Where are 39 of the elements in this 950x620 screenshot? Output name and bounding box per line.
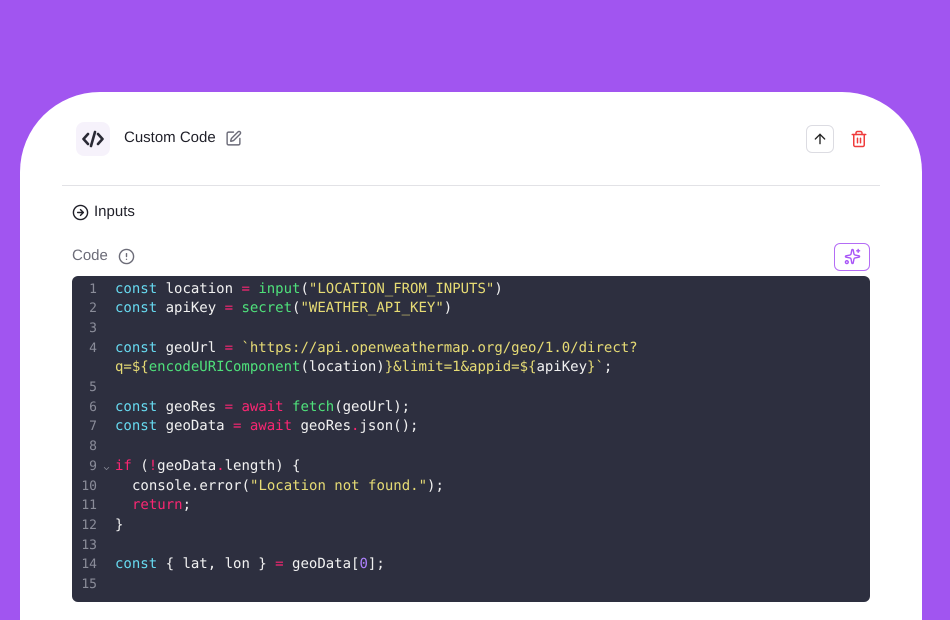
code-line: const location = input("LOCATION_FROM_INPUTS") [115,280,503,296]
line-number: 4 [89,340,98,358]
arrow-up-icon [812,130,828,146]
line-number: 15 [81,576,98,594]
line-number: 14 [81,556,98,574]
line-number: 11 [81,497,98,516]
line-number: 3 [89,320,98,338]
code-line: q=${encodeURIComponent(location)}&limit=1&appid=${apiKey}`; [115,359,612,376]
info-icon[interactable] [118,248,135,265]
section-label[interactable]: Inputs [94,201,135,224]
line-number: 7 [89,418,98,436]
code-line: const geoData = await geoRes.json(); [115,418,418,434]
ai-sparkle-button[interactable] [834,242,870,270]
move-up-button[interactable] [806,124,834,152]
code-line: const geoUrl = `https://api.openweathermap.org/geo/1.0/direct? [115,340,638,356]
code-icon [76,122,110,156]
code-line: const { lat, lon } = geoData[0]; [115,556,385,572]
block-title: Custom Code [124,128,216,148]
code-line: const apiKey = secret("WEATHER_API_KEY") [115,300,452,316]
field-label: Code [72,246,108,266]
line-number: 13 [81,536,98,555]
sparkles-icon [844,248,860,265]
code-line: console.error("Location not found."); [132,478,444,494]
line-number: 8 [89,438,98,456]
delete-icon[interactable] [850,130,868,148]
line-number: 9 [89,458,98,476]
line-number: 10 [81,478,98,496]
arrow-circle-icon [72,204,89,221]
line-number: 2 [89,300,98,318]
line-number: 12 [81,516,98,535]
line-number: 5 [89,379,98,398]
line-number: 1 [89,280,98,298]
line-number: 6 [89,398,98,417]
code-editor[interactable] [72,276,870,602]
code-line: return; [132,497,192,514]
edit-icon[interactable] [224,130,242,147]
code-line: } [115,516,124,533]
code-line: if (!geoData.length) { [115,458,300,474]
code-line: const geoRes = await fetch(geoUrl); [115,398,410,415]
